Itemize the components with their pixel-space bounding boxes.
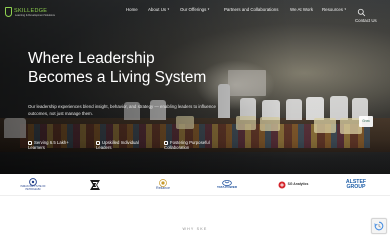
client-name: TATA POWER <box>217 185 237 190</box>
hero-headline-line-2: Becomes a Living System <box>28 69 207 86</box>
brand-tagline: Learning & Development Solutions <box>15 14 55 17</box>
hero-headline: Where Leadership Becomes a Living System <box>28 49 206 87</box>
nav-item-resources[interactable]: Resources ▾ <box>322 7 346 12</box>
nav-item-label: Partners and Collaborations <box>224 7 279 12</box>
hero-stat-label: Serving 6.5 Lakh+ Learners <box>28 140 69 150</box>
client-name: ALSTEF GROUP <box>345 179 367 190</box>
hero-stat-label: Fostering Purposeful Collaboration <box>164 140 210 150</box>
hero-stat: Serving 6.5 Lakh+ Learners <box>28 140 84 150</box>
hero-subtext: Our leadership experiences blend insight… <box>28 104 216 116</box>
nav-item-label: Our Offerings <box>180 7 207 12</box>
nav-item-our-offerings[interactable]: Our Offerings ▾ <box>180 7 209 12</box>
nav-item-label: Contact Us <box>355 18 377 23</box>
recaptcha-icon <box>374 221 384 231</box>
client-name: Reliance <box>156 186 170 191</box>
hero-stat-label: Upskilled Individual Leaders <box>96 140 139 150</box>
collaboration-icon <box>164 140 168 145</box>
search-icon <box>357 8 366 17</box>
chevron-down-icon: ▾ <box>167 6 170 11</box>
client-logo: Reliance <box>148 174 178 196</box>
side-floating-tab[interactable]: Grow <box>359 116 373 127</box>
learners-icon <box>28 140 32 145</box>
client-logo: ALSTEF GROUP <box>336 174 376 196</box>
client-name: SG Analytics <box>287 182 309 187</box>
client-logo: TATA POWER <box>210 174 244 196</box>
nav-item-partners[interactable]: Partners and Collaborations <box>224 7 278 12</box>
chevron-down-icon: ▾ <box>344 6 347 11</box>
nav-item-label: Resources <box>322 7 343 12</box>
client-logo: INDIAN INSTITUTE OF PETROLEUM <box>18 174 48 196</box>
hero-headline-line-1: Where Leadership <box>28 50 155 67</box>
client-name: INDIAN INSTITUTE OF PETROLEUM <box>20 185 46 191</box>
hero-stat: Upskilled Individual Leaders <box>96 140 152 150</box>
sg-analytics-icon <box>278 181 286 189</box>
nav-item-label: Home <box>126 7 138 12</box>
search-button[interactable] <box>357 4 366 17</box>
brand-logo-icon <box>5 7 12 17</box>
chevron-down-icon: ▾ <box>207 6 210 11</box>
nav-item-about-us[interactable]: About Us ▾ <box>148 7 169 12</box>
nav-item-we-at-work[interactable]: We At Work <box>290 7 313 12</box>
nav-item-label: We At Work <box>290 7 314 12</box>
client-logo <box>82 174 108 196</box>
leaders-icon <box>96 140 100 145</box>
nav-item-contact-us[interactable]: Contact Us <box>355 18 377 23</box>
recaptcha-badge[interactable] <box>371 218 387 234</box>
nav-item-label: About Us <box>148 7 167 12</box>
cummins-logo-icon <box>90 180 100 190</box>
nav-item-home[interactable]: Home <box>126 7 138 12</box>
section-eyebrow: WHY SKE <box>182 227 208 231</box>
client-logo: SG Analytics <box>270 174 316 196</box>
client-logo-strip: INDIAN INSTITUTE OF PETROLEUM Reliance T… <box>0 174 390 196</box>
hero-stat: Fostering Purposeful Collaboration <box>164 140 222 150</box>
